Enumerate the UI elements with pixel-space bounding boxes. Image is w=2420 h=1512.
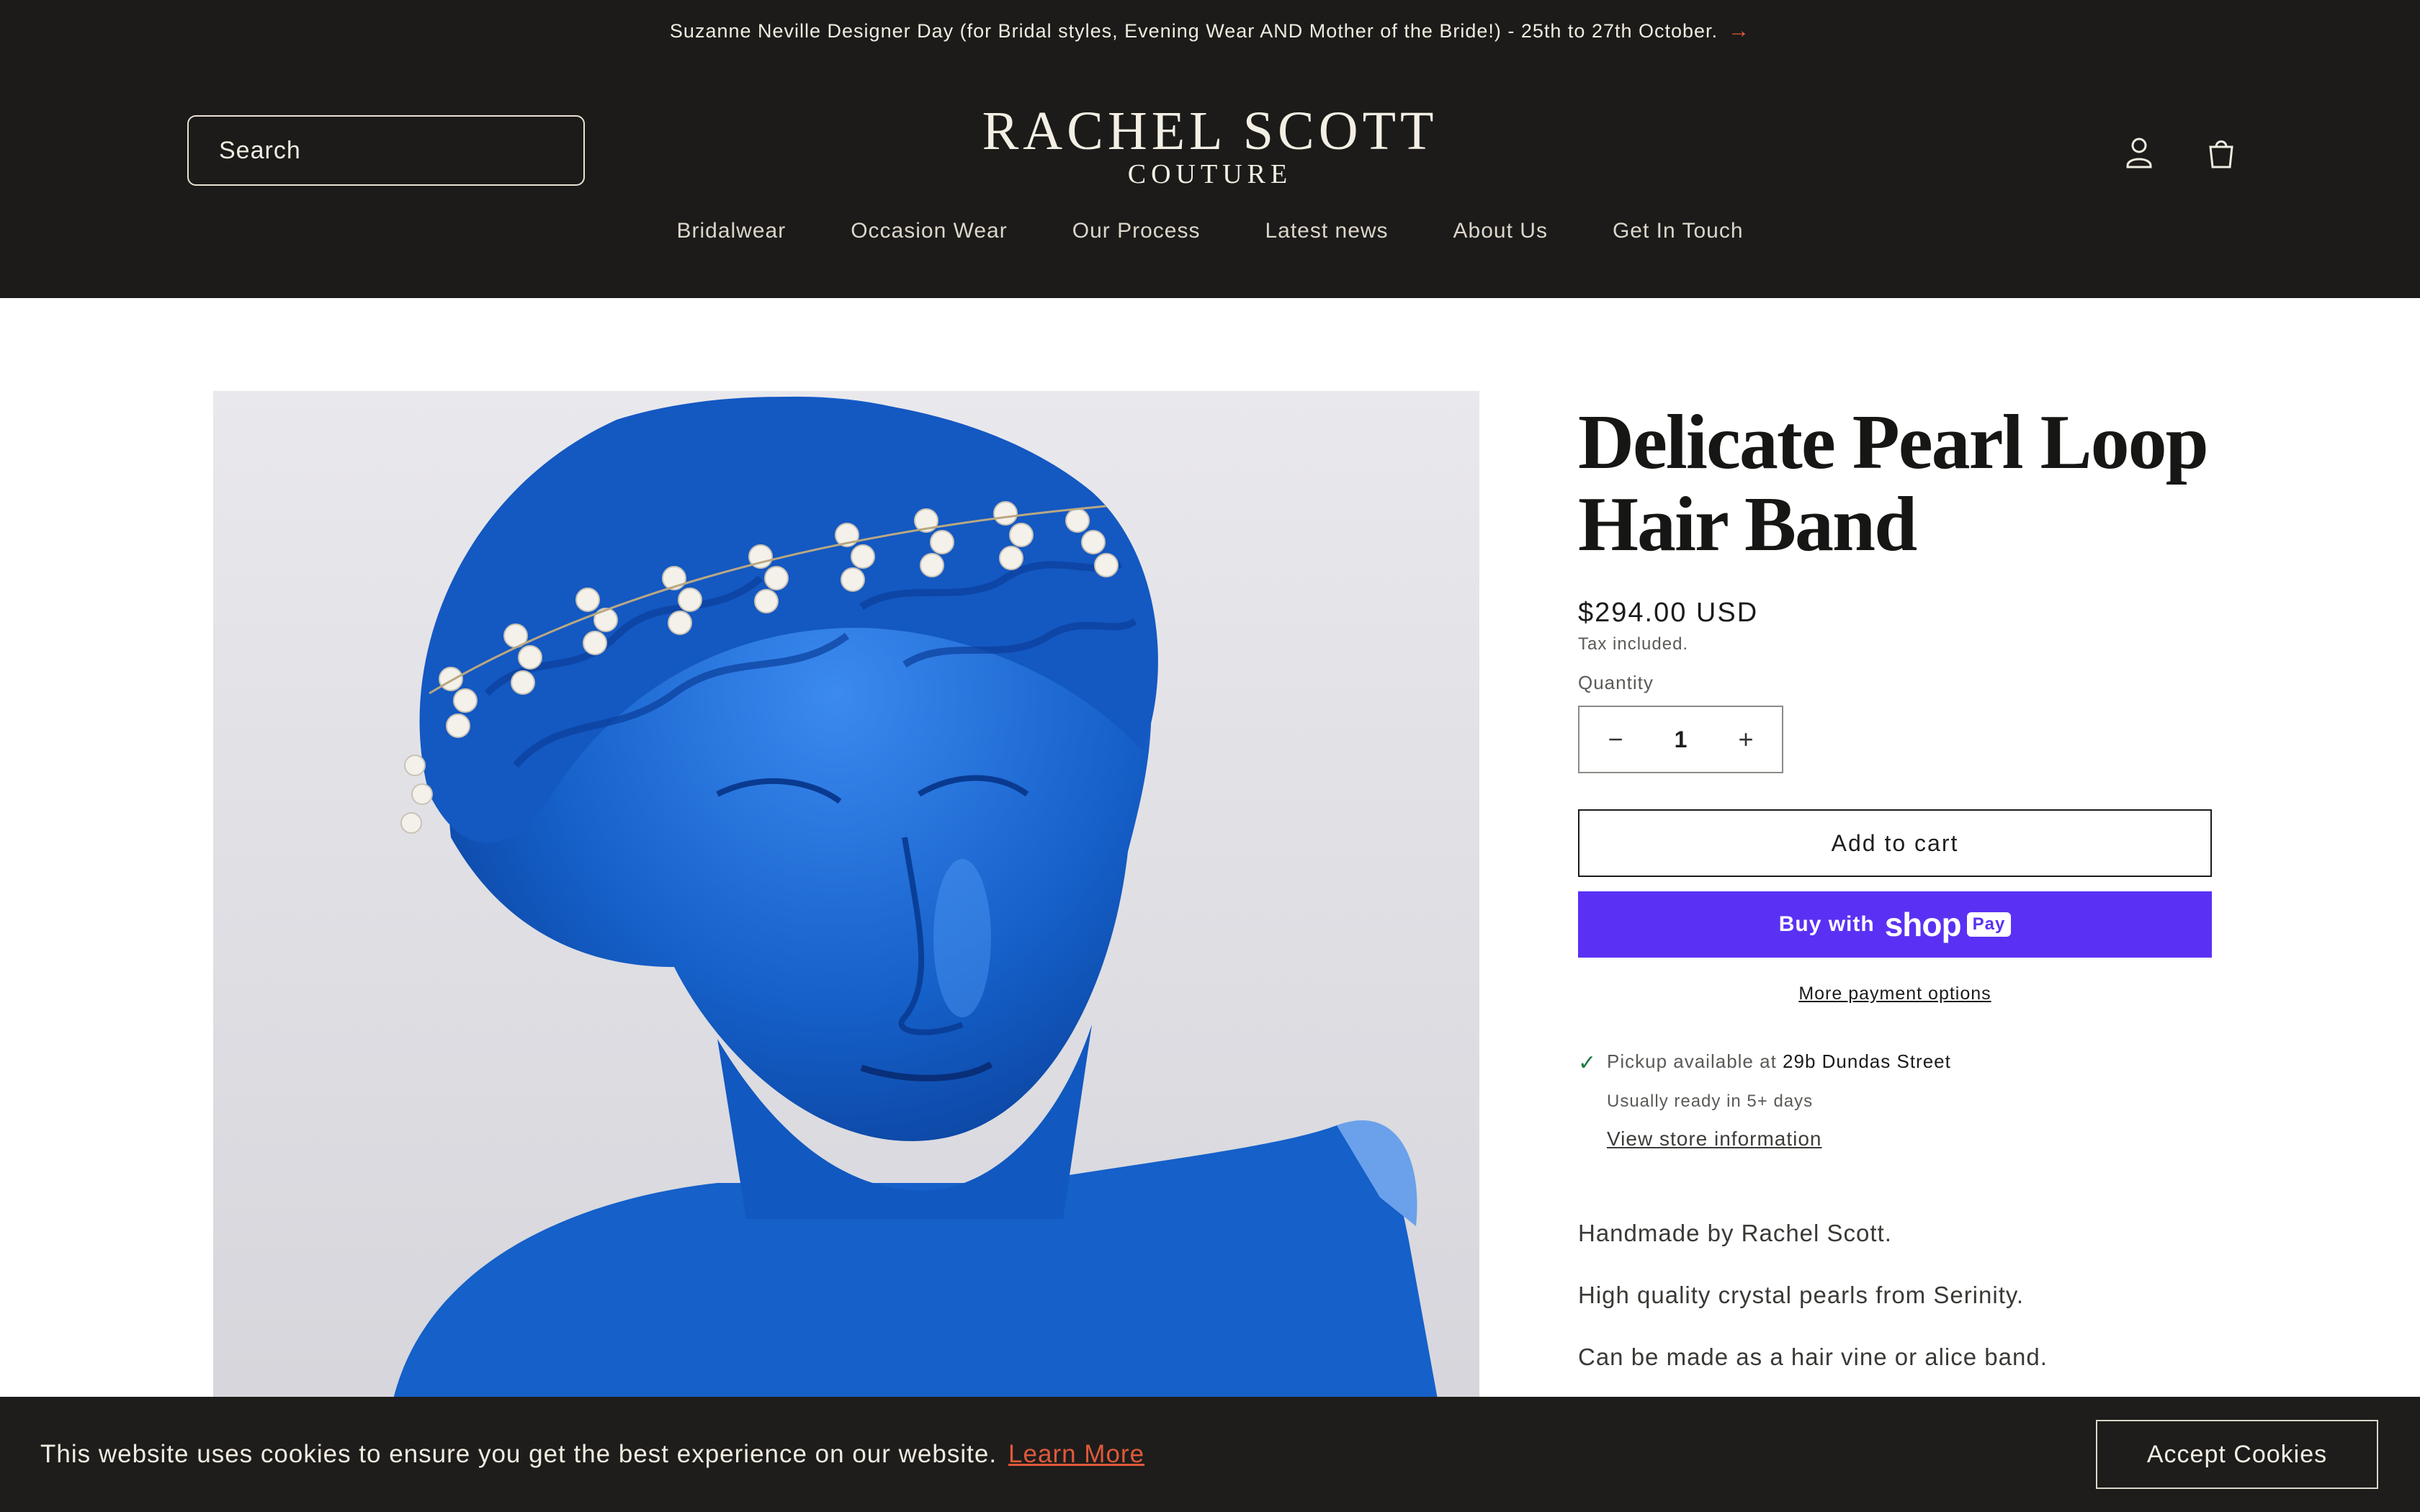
pickup-location: 29b Dundas Street — [1783, 1050, 1951, 1072]
tax-note: Tax included. — [1578, 634, 1689, 654]
ready-note: Usually ready in 5+ days — [1607, 1092, 1814, 1111]
site-logo[interactable]: RACHEL SCOTT COUTURE — [936, 102, 1484, 189]
accept-cookies-button[interactable]: Accept Cookies — [2096, 1420, 2378, 1489]
logo-line-1: RACHEL SCOTT — [982, 101, 1438, 161]
product-title: Delicate Pearl Loop Hair Band — [1578, 400, 2209, 567]
announcement-bar[interactable]: Suzanne Neville Designer Day (for Bridal… — [0, 0, 2420, 62]
cookie-banner: This website uses cookies to ensure you … — [0, 1397, 2420, 1512]
pickup-availability: ✓ Pickup available at 29b Dundas Street — [1578, 1050, 2212, 1076]
nav-item-our-process[interactable]: Our Process — [1072, 219, 1201, 243]
more-payment-options-link[interactable]: More payment options — [1578, 984, 2212, 1004]
view-store-information-link[interactable]: View store information — [1607, 1128, 2212, 1151]
cookie-message: This website uses cookies to ensure you … — [40, 1440, 998, 1468]
site-header: Search RACHEL SCOTT COUTURE Bridalwear O… — [0, 62, 2420, 298]
search-placeholder: Search — [219, 136, 301, 164]
check-icon: ✓ — [1578, 1051, 1597, 1075]
description-line: Can be made as a hair vine or alice band… — [1578, 1344, 2048, 1370]
logo-line-2: COUTURE — [1127, 159, 1293, 189]
shop-logo: shop — [1884, 906, 1962, 943]
product-price: $294.00 USD — [1578, 598, 1759, 628]
cart-icon[interactable] — [2201, 132, 2241, 173]
product-description: Handmade by Rachel Scott. High quality c… — [1578, 1202, 2212, 1388]
arrow-right-icon[interactable]: → — [1728, 19, 1750, 43]
announcement-text: Suzanne Neville Designer Day (for Bridal… — [669, 19, 1718, 42]
account-icon[interactable] — [2119, 132, 2159, 173]
nav-item-get-in-touch[interactable]: Get In Touch — [1613, 219, 1744, 243]
increase-quantity-button[interactable]: + — [1731, 724, 1760, 755]
nav-item-latest-news[interactable]: Latest news — [1265, 219, 1388, 243]
product-info: Delicate Pearl Loop Hair Band $294.00 US… — [1578, 402, 2212, 1388]
nav-item-bridalwear[interactable]: Bridalwear — [676, 219, 786, 243]
quantity-label: Quantity — [1578, 672, 1654, 693]
nav-item-occasion-wear[interactable]: Occasion Wear — [851, 219, 1008, 243]
product-image[interactable] — [213, 391, 1479, 1399]
learn-more-link[interactable]: Learn More — [1008, 1440, 1144, 1469]
description-line: High quality crystal pearls from Serinit… — [1578, 1282, 2025, 1308]
main-nav: Bridalwear Occasion Wear Our Process Lat… — [0, 219, 2420, 243]
search-input[interactable]: Search — [187, 115, 585, 186]
pay-badge: Pay — [1966, 912, 2012, 937]
pickup-prefix: Pickup available at — [1607, 1050, 1777, 1072]
description-line: Handmade by Rachel Scott. — [1578, 1220, 1892, 1246]
nav-item-about-us[interactable]: About Us — [1453, 219, 1548, 243]
shop-pay-button[interactable]: Buy with shop Pay — [1578, 891, 2212, 958]
quantity-stepper: − 1 + — [1578, 706, 1783, 773]
decrease-quantity-button[interactable]: − — [1601, 724, 1630, 755]
quantity-input[interactable]: 1 — [1675, 726, 1688, 753]
statue-illustration — [213, 391, 1479, 1399]
add-to-cart-button[interactable]: Add to cart — [1578, 809, 2212, 877]
buy-with-label: Buy with — [1778, 912, 1875, 936]
